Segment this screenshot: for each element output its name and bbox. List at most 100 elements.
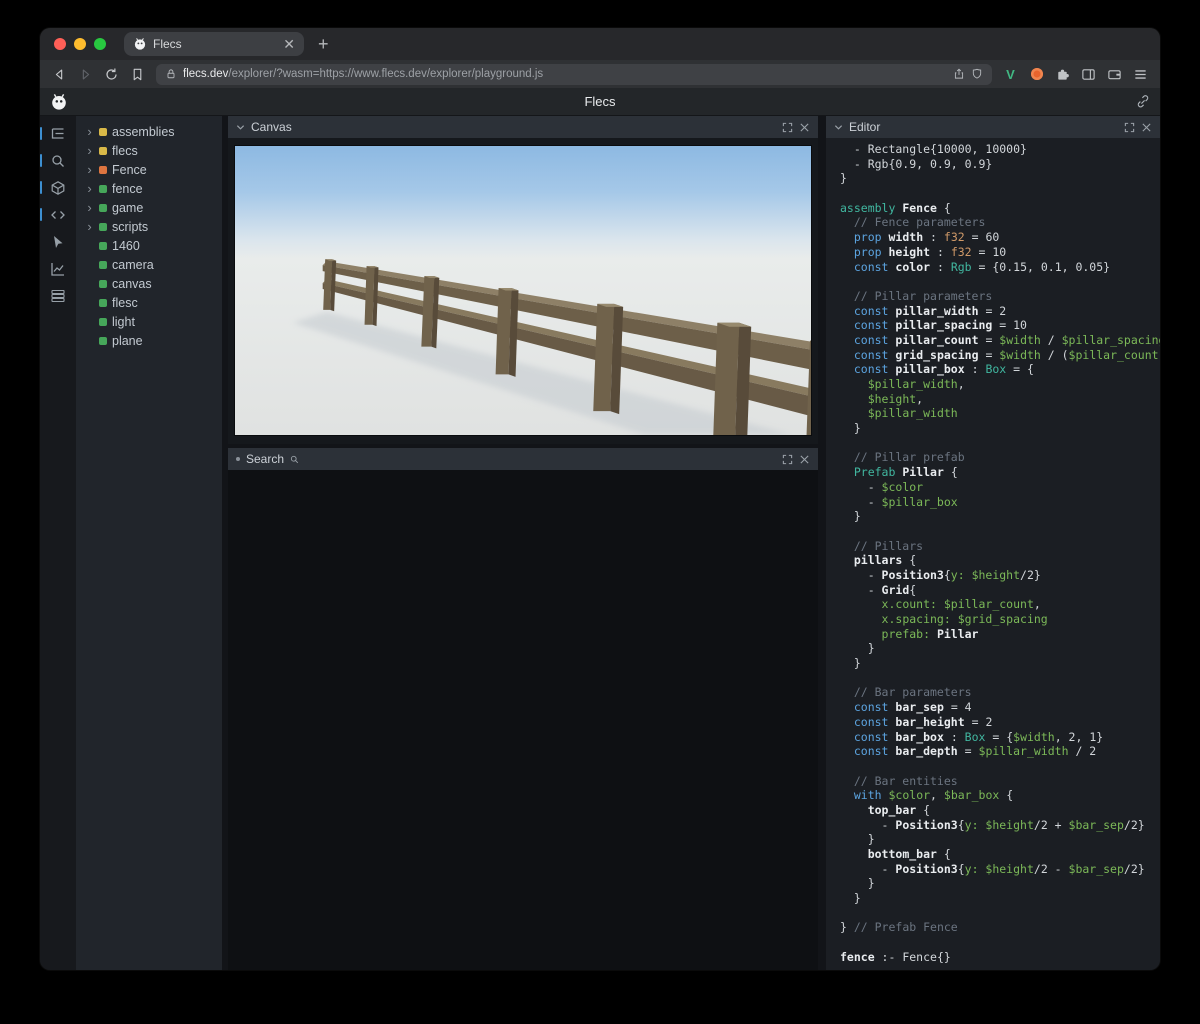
3d-viewport[interactable] (234, 145, 812, 436)
canvas-panel-body (228, 138, 818, 444)
tree-item-canvas[interactable]: canvas (85, 274, 218, 293)
entity-color-dot (99, 146, 107, 155)
zoom-window-button[interactable] (94, 38, 106, 50)
url-text: flecs.dev/explorer/?wasm=https://www.fle… (183, 68, 947, 80)
url-path: /explorer/?wasm=https://www.flecs.dev/ex… (228, 68, 544, 80)
shield-icon[interactable] (971, 68, 983, 80)
tree-item-fence[interactable]: › fence (85, 179, 218, 198)
menu-icon[interactable] (1133, 67, 1148, 82)
share-link-icon[interactable] (1136, 94, 1150, 109)
code-line: const bar_sep = 4 (853, 700, 972, 715)
canvas-cube-icon[interactable] (40, 180, 66, 196)
search-icon[interactable] (40, 153, 66, 169)
tree-item-assemblies[interactable]: › assemblies (85, 122, 218, 141)
expand-chevron-icon[interactable]: › (85, 220, 94, 233)
reload-button[interactable] (104, 67, 119, 82)
code-editor-icon[interactable] (40, 207, 66, 223)
expand-icon[interactable] (1124, 122, 1135, 133)
app-header: Flecs (40, 88, 1160, 116)
expand-chevron-icon[interactable]: › (85, 182, 94, 195)
vue-devtools-extension-icon[interactable]: V (1003, 67, 1018, 82)
tree-item-camera[interactable]: camera (85, 255, 218, 274)
code-line: x.spacing: $grid_spacing (881, 612, 1048, 626)
code-line: $pillar_width (867, 406, 958, 421)
tree-item-Fence[interactable]: › Fence (85, 160, 218, 179)
new-tab-button[interactable]: + (318, 35, 329, 53)
code-line: // Bar entities (840, 773, 958, 788)
code-line: fence :- Fence{} (840, 949, 951, 964)
code-line: const pillar_box : Box = { (853, 362, 1034, 377)
tree-item-flecs[interactable]: › flecs (85, 141, 218, 160)
code-line: x.count: $pillar_count, (881, 597, 1041, 612)
address-bar[interactable]: flecs.dev/explorer/?wasm=https://www.fle… (156, 63, 992, 85)
tree-item-light[interactable]: light (85, 312, 218, 331)
code-line: - $pillar_box (840, 494, 958, 509)
chart-icon[interactable] (50, 261, 66, 277)
entity-color-dot (99, 241, 107, 250)
share-icon[interactable] (953, 68, 965, 80)
entity-label: canvas (112, 276, 152, 291)
chevron-down-icon[interactable] (236, 123, 245, 132)
search-panel-header: Search (228, 448, 818, 470)
close-icon[interactable] (799, 454, 810, 465)
code-line: } (840, 832, 875, 847)
tree-item-flesc[interactable]: flesc (85, 293, 218, 312)
code-line: - Position3{y: $height/2 + $bar_sep/2} (840, 817, 1145, 832)
entity-label: 1460 (112, 238, 140, 253)
tree-item-plane[interactable]: plane (85, 331, 218, 350)
expand-chevron-icon[interactable]: › (85, 144, 94, 157)
code-line: const pillar_width = 2 (853, 303, 1007, 318)
code-line: with $color, $bar_box { (853, 788, 1014, 803)
code-line: } (840, 876, 875, 891)
bookmark-icon[interactable] (130, 67, 145, 82)
center-column: Canvas Search (228, 116, 818, 970)
code-line: bottom_bar { (867, 847, 951, 861)
close-icon[interactable] (1141, 122, 1152, 133)
tab-close-icon[interactable]: ✕ (283, 37, 295, 51)
expand-chevron-icon[interactable]: › (85, 201, 94, 214)
forward-button[interactable] (78, 67, 93, 82)
expand-chevron-icon[interactable]: › (85, 163, 94, 176)
entity-color-dot (99, 203, 107, 212)
back-button[interactable] (52, 67, 67, 82)
code-line: } (840, 891, 861, 906)
tree-item-game[interactable]: › game (85, 198, 218, 217)
chevron-down-icon[interactable] (834, 123, 843, 132)
extensions-puzzle-icon[interactable] (1055, 67, 1070, 82)
editor-panel: Editor - Rectangle{10000, 10000} - Rgb{0… (826, 116, 1160, 970)
entities-tree-icon[interactable] (40, 126, 66, 142)
entity-color-dot (99, 222, 107, 231)
entity-label: Fence (112, 162, 147, 177)
code-line: - Position3{y: $height/2 - $bar_sep/2} (840, 861, 1145, 876)
close-icon[interactable] (799, 122, 810, 133)
code-line: assembly Fence { (840, 200, 951, 215)
entity-label: flecs (112, 143, 138, 158)
entity-label: flesc (112, 295, 138, 310)
expand-chevron-icon[interactable]: › (85, 125, 94, 138)
sidebar-panel-icon[interactable] (1081, 67, 1096, 82)
inspect-icon[interactable] (50, 234, 66, 250)
minimize-window-button[interactable] (74, 38, 86, 50)
browser-toolbar: flecs.dev/explorer/?wasm=https://www.fle… (40, 60, 1160, 88)
code-line: - Grid{ (840, 582, 917, 597)
tree-item-1460[interactable]: 1460 (85, 236, 218, 255)
expand-icon[interactable] (782, 122, 793, 133)
code-line: const bar_depth = $pillar_width / 2 (853, 744, 1097, 759)
code-line: } (840, 421, 861, 436)
tree-item-scripts[interactable]: › scripts (85, 217, 218, 236)
code-line: // Pillars (840, 538, 924, 553)
stats-icon[interactable] (50, 288, 66, 304)
code-line: // Pillar parameters (840, 288, 993, 303)
expand-icon[interactable] (782, 454, 793, 465)
wallet-icon[interactable] (1107, 67, 1122, 82)
close-window-button[interactable] (54, 38, 66, 50)
search-panel-body[interactable] (228, 470, 818, 970)
entity-label: plane (112, 333, 143, 348)
url-host: flecs.dev (183, 68, 229, 80)
code-line: top_bar { (867, 802, 931, 817)
orange-extension-icon[interactable] (1029, 67, 1044, 82)
browser-tab[interactable]: Flecs ✕ (124, 32, 304, 56)
editor-code[interactable]: - Rectangle{10000, 10000} - Rgb{0.9, 0.9… (826, 138, 1160, 970)
